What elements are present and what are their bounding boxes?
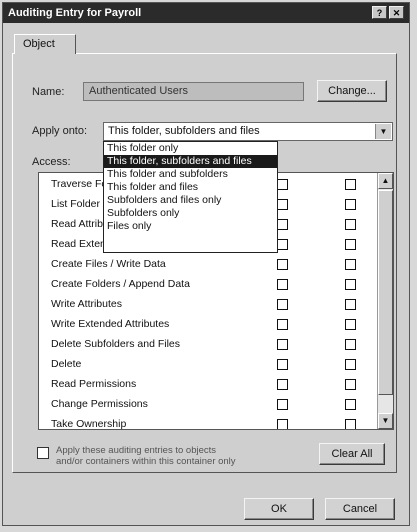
table-row: Delete bbox=[39, 355, 369, 375]
clear-all-button[interactable]: Clear All bbox=[319, 443, 385, 465]
failed-checkbox[interactable] bbox=[345, 299, 356, 310]
permission-label: Read Permissions bbox=[51, 378, 137, 390]
table-row: Write Extended Attributes bbox=[39, 315, 369, 335]
apply-onto-value: This folder, subfolders and files bbox=[108, 125, 260, 137]
cancel-button[interactable]: Cancel bbox=[325, 498, 395, 520]
successful-checkbox[interactable] bbox=[277, 399, 288, 410]
table-row: Create Folders / Append Data bbox=[39, 275, 369, 295]
successful-checkbox[interactable] bbox=[277, 299, 288, 310]
table-row: Delete Subfolders and Files bbox=[39, 335, 369, 355]
table-row: Change Permissions bbox=[39, 395, 369, 415]
table-row: Take Ownership bbox=[39, 415, 369, 430]
permission-label: Write Extended Attributes bbox=[51, 318, 170, 330]
successful-checkbox[interactable] bbox=[277, 199, 288, 210]
scroll-up-icon[interactable]: ▲ bbox=[378, 173, 393, 189]
apply-onto-option[interactable]: This folder only bbox=[104, 142, 277, 155]
failed-checkbox[interactable] bbox=[345, 399, 356, 410]
help-title-button[interactable]: ? bbox=[372, 6, 387, 19]
chevron-down-icon[interactable]: ▼ bbox=[375, 124, 391, 139]
successful-checkbox[interactable] bbox=[277, 179, 288, 190]
failed-checkbox[interactable] bbox=[345, 179, 356, 190]
apply-onto-option[interactable]: This folder, subfolders and files bbox=[104, 155, 277, 168]
successful-checkbox[interactable] bbox=[277, 259, 288, 270]
successful-checkbox[interactable] bbox=[277, 419, 288, 429]
table-row: Read Permissions bbox=[39, 375, 369, 395]
access-label: Access: bbox=[32, 156, 71, 168]
list-scrollbar[interactable]: ▲ ▼ bbox=[377, 173, 393, 429]
tab-object[interactable]: Object bbox=[14, 34, 76, 54]
successful-checkbox[interactable] bbox=[277, 219, 288, 230]
name-field: Authenticated Users bbox=[83, 82, 304, 101]
permission-label: Delete Subfolders and Files bbox=[51, 338, 180, 350]
apply-onto-label: Apply onto: bbox=[32, 125, 88, 137]
failed-checkbox[interactable] bbox=[345, 339, 356, 350]
failed-checkbox[interactable] bbox=[345, 319, 356, 330]
successful-checkbox[interactable] bbox=[277, 279, 288, 290]
window-title: Auditing Entry for Payroll bbox=[8, 7, 142, 19]
apply-onto-option[interactable]: This folder and files bbox=[104, 181, 277, 194]
successful-checkbox[interactable] bbox=[277, 239, 288, 250]
table-row: Create Files / Write Data bbox=[39, 255, 369, 275]
ok-button[interactable]: OK bbox=[244, 498, 314, 520]
successful-checkbox[interactable] bbox=[277, 359, 288, 370]
change-button[interactable]: Change... bbox=[317, 80, 387, 102]
apply-onto-option[interactable]: Subfolders and files only bbox=[104, 194, 277, 207]
permission-label: Create Files / Write Data bbox=[51, 258, 166, 270]
permission-label: Create Folders / Append Data bbox=[51, 278, 190, 290]
title-bar: Auditing Entry for Payroll ? ✕ bbox=[3, 3, 409, 23]
successful-checkbox[interactable] bbox=[277, 379, 288, 390]
successful-checkbox[interactable] bbox=[277, 339, 288, 350]
apply-checkbox-label-line1: Apply these auditing entries to objects bbox=[56, 445, 217, 456]
failed-checkbox[interactable] bbox=[345, 419, 356, 429]
scroll-thumb[interactable] bbox=[378, 190, 393, 395]
apply-checkbox-label: Apply these auditing entries to objects … bbox=[56, 445, 286, 467]
close-title-button[interactable]: ✕ bbox=[389, 6, 404, 19]
successful-checkbox[interactable] bbox=[277, 319, 288, 330]
failed-checkbox[interactable] bbox=[345, 199, 356, 210]
permission-label: Delete bbox=[51, 358, 82, 370]
failed-checkbox[interactable] bbox=[345, 359, 356, 370]
apply-checkbox-label-line2: and/or containers within this container … bbox=[56, 456, 236, 467]
apply-onto-option[interactable]: Subfolders only bbox=[104, 207, 277, 220]
apply-onto-select[interactable]: This folder, subfolders and files ▼ bbox=[103, 122, 393, 141]
scroll-down-icon[interactable]: ▼ bbox=[378, 413, 393, 429]
apply-onto-option[interactable]: Files only bbox=[104, 220, 277, 233]
name-label: Name: bbox=[32, 86, 65, 98]
apply-onto-dropdown: This folder only This folder, subfolders … bbox=[103, 141, 278, 253]
failed-checkbox[interactable] bbox=[345, 279, 356, 290]
table-row: Write Attributes bbox=[39, 295, 369, 315]
permission-label: Take Ownership bbox=[51, 418, 127, 430]
failed-checkbox[interactable] bbox=[345, 259, 356, 270]
failed-checkbox[interactable] bbox=[345, 219, 356, 230]
apply-checkbox[interactable] bbox=[37, 447, 49, 459]
failed-checkbox[interactable] bbox=[345, 239, 356, 250]
failed-checkbox[interactable] bbox=[345, 379, 356, 390]
permission-label: Change Permissions bbox=[51, 398, 148, 410]
apply-onto-option[interactable]: This folder and subfolders bbox=[104, 168, 277, 181]
permission-label: Write Attributes bbox=[51, 298, 122, 310]
tab-object-label: Object bbox=[23, 38, 55, 50]
